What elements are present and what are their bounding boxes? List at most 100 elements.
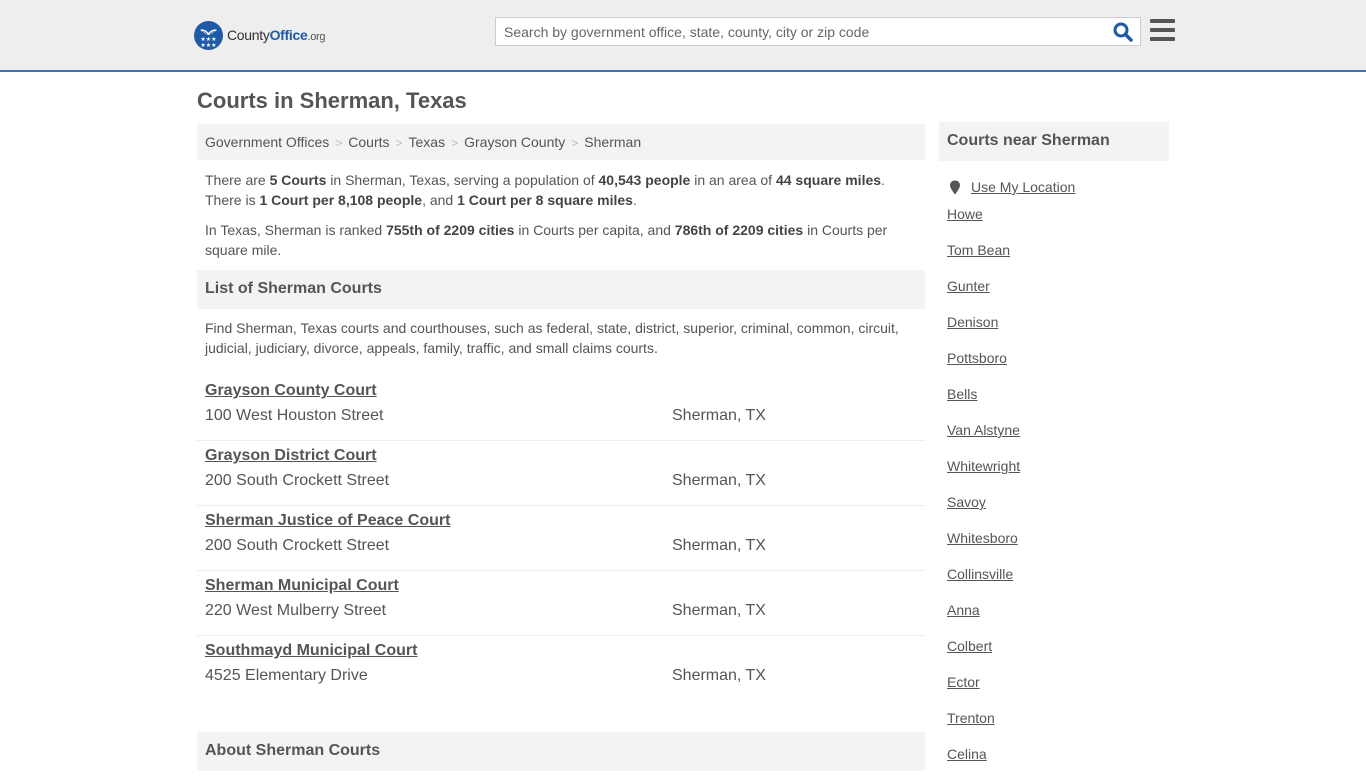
sidebar: Courts near Sherman Use My Location Howe… xyxy=(939,122,1169,781)
court-address: 200 South Crockett Street xyxy=(205,472,390,489)
breadcrumb-government-offices[interactable]: Government Offices xyxy=(205,134,329,150)
breadcrumb-texas[interactable]: Texas xyxy=(409,134,446,150)
court-name-link[interactable]: Sherman Justice of Peace Court xyxy=(205,512,450,530)
search-box xyxy=(495,17,1141,46)
summary-text: There are 5 Courts in Sherman, Texas, se… xyxy=(197,160,925,260)
logo-text-office: Office xyxy=(269,27,308,43)
logo-text: CountyOffice.org xyxy=(227,27,326,43)
nearby-city-link[interactable]: Whitesboro xyxy=(947,530,1018,546)
use-my-location: Use My Location xyxy=(939,178,1169,196)
population: 40,543 people xyxy=(598,172,691,188)
search-input[interactable] xyxy=(496,18,1096,45)
sidebar-heading: Courts near Sherman xyxy=(939,122,1169,161)
nearby-city-item: Denison xyxy=(939,313,1169,349)
nearby-city-link[interactable]: Ector xyxy=(947,674,980,690)
nearby-cities-list: Howe Tom Bean Gunter Denison Pottsboro B… xyxy=(939,205,1169,781)
nearby-city-link[interactable]: Celina xyxy=(947,746,987,762)
text: . xyxy=(632,192,637,208)
breadcrumb-courts[interactable]: Courts xyxy=(348,134,389,150)
nearby-city-link[interactable]: Bells xyxy=(947,386,977,402)
court-city: Sherman, TX xyxy=(672,537,766,554)
text: in Courts per capita, and xyxy=(514,222,675,238)
nearby-city-link[interactable]: Tom Bean xyxy=(947,242,1010,258)
breadcrumb-sherman[interactable]: Sherman xyxy=(584,134,641,150)
nearby-city-item: Savoy xyxy=(939,493,1169,529)
court-name-link[interactable]: Grayson District Court xyxy=(205,447,377,465)
nearby-city-item: Gunter xyxy=(939,277,1169,313)
nearby-city-link[interactable]: Gunter xyxy=(947,278,990,294)
nearby-city-link[interactable]: Savoy xyxy=(947,494,986,510)
court-name-link[interactable]: Sherman Municipal Court xyxy=(205,577,399,595)
hamburger-menu-icon[interactable] xyxy=(1150,19,1175,41)
nearby-city-link[interactable]: Denison xyxy=(947,314,998,330)
nearby-city-link[interactable]: Van Alstyne xyxy=(947,422,1020,438)
logo-text-tld: .org xyxy=(307,31,326,43)
page-title: Courts in Sherman, Texas xyxy=(197,88,467,113)
court-list: Grayson County Court 100 West Houston St… xyxy=(197,376,925,701)
nearby-city-link[interactable]: Collinsville xyxy=(947,566,1013,582)
breadcrumb-separator: > xyxy=(395,136,403,150)
text: In Texas, Sherman is ranked xyxy=(205,222,387,238)
court-address: 200 South Crockett Street xyxy=(205,537,390,554)
text: , and xyxy=(422,192,458,208)
about-section-heading: About Sherman Courts xyxy=(197,732,925,771)
list-section-description: Find Sherman, Texas courts and courthous… xyxy=(205,320,899,356)
text: There are xyxy=(205,172,270,188)
nearby-city-link[interactable]: Anna xyxy=(947,602,980,618)
court-address: 220 West Mulberry Street xyxy=(205,602,387,619)
nearby-city-item: Collinsville xyxy=(939,565,1169,601)
rank-per-capita: 755th of 2209 cities xyxy=(386,222,515,238)
courts-per-people: 1 Court per 8,108 people xyxy=(259,192,423,208)
nearby-city-link[interactable]: Pottsboro xyxy=(947,350,1007,366)
nearby-city-link[interactable]: Colbert xyxy=(947,638,992,654)
court-name-link[interactable]: Southmayd Municipal Court xyxy=(205,642,417,660)
nearby-city-item: Ector xyxy=(939,673,1169,709)
court-city: Sherman, TX xyxy=(672,472,766,489)
search-button[interactable] xyxy=(1112,21,1136,43)
rank-per-square-mile: 786th of 2209 cities xyxy=(674,222,804,238)
map-pin-icon xyxy=(950,180,960,194)
main-content: Government Offices > Courts > Texas > Grayson … xyxy=(197,124,925,771)
court-list-item: Grayson County Court 100 West Houston St… xyxy=(197,376,925,441)
nearby-city-item: Whitesboro xyxy=(939,529,1169,565)
court-address: 100 West Houston Street xyxy=(205,407,384,424)
court-list-item: Sherman Municipal Court 220 West Mulberr… xyxy=(197,571,925,636)
menu-bar xyxy=(1150,37,1175,41)
summary-paragraph-ranking: In Texas, Sherman is ranked 755th of 220… xyxy=(205,220,917,260)
search-icon xyxy=(1113,22,1133,42)
use-my-location-link[interactable]: Use My Location xyxy=(971,179,1075,195)
nearby-city-item: Tom Bean xyxy=(939,241,1169,277)
site-header: ★★★ ★★★ CountyOffice.org xyxy=(0,0,1366,72)
text: in an area of xyxy=(690,172,776,188)
breadcrumb-grayson-county[interactable]: Grayson County xyxy=(464,134,565,150)
court-count: 5 Courts xyxy=(269,172,327,188)
logo-text-county: County xyxy=(227,27,270,43)
nearby-city-item: Van Alstyne xyxy=(939,421,1169,457)
nearby-city-link[interactable]: Trenton xyxy=(947,710,995,726)
nearby-city-item: Whitewright xyxy=(939,457,1169,493)
court-city: Sherman, TX xyxy=(672,407,766,424)
court-name-link[interactable]: Grayson County Court xyxy=(205,382,377,400)
breadcrumb-separator: > xyxy=(571,136,579,150)
nearby-city-item: Anna xyxy=(939,601,1169,637)
nearby-city-link[interactable]: Howe xyxy=(947,206,983,222)
eagle-stars-logo-icon: ★★★ ★★★ xyxy=(194,20,223,50)
court-city: Sherman, TX xyxy=(672,667,766,684)
nearby-city-item: Pottsboro xyxy=(939,349,1169,385)
nearby-city-item: Celina xyxy=(939,745,1169,781)
svg-text:★★★: ★★★ xyxy=(200,42,216,49)
court-list-item: Grayson District Court 200 South Crocket… xyxy=(197,441,925,506)
menu-bar xyxy=(1150,19,1175,23)
summary-paragraph-stats: There are 5 Courts in Sherman, Texas, se… xyxy=(205,170,917,210)
court-address: 4525 Elementary Drive xyxy=(205,667,368,684)
court-list-item: Southmayd Municipal Court 4525 Elementar… xyxy=(197,636,925,701)
site-logo[interactable]: ★★★ ★★★ CountyOffice.org xyxy=(194,20,326,50)
breadcrumb-separator: > xyxy=(335,136,343,150)
breadcrumb-separator: > xyxy=(451,136,459,150)
nearby-city-item: Trenton xyxy=(939,709,1169,745)
nearby-city-link[interactable]: Whitewright xyxy=(947,458,1020,474)
list-section-heading: List of Sherman Courts xyxy=(197,270,925,309)
text: in Sherman, Texas, serving a population … xyxy=(326,172,599,188)
nearby-city-item: Bells xyxy=(939,385,1169,421)
breadcrumb: Government Offices > Courts > Texas > Grayson … xyxy=(197,124,925,160)
